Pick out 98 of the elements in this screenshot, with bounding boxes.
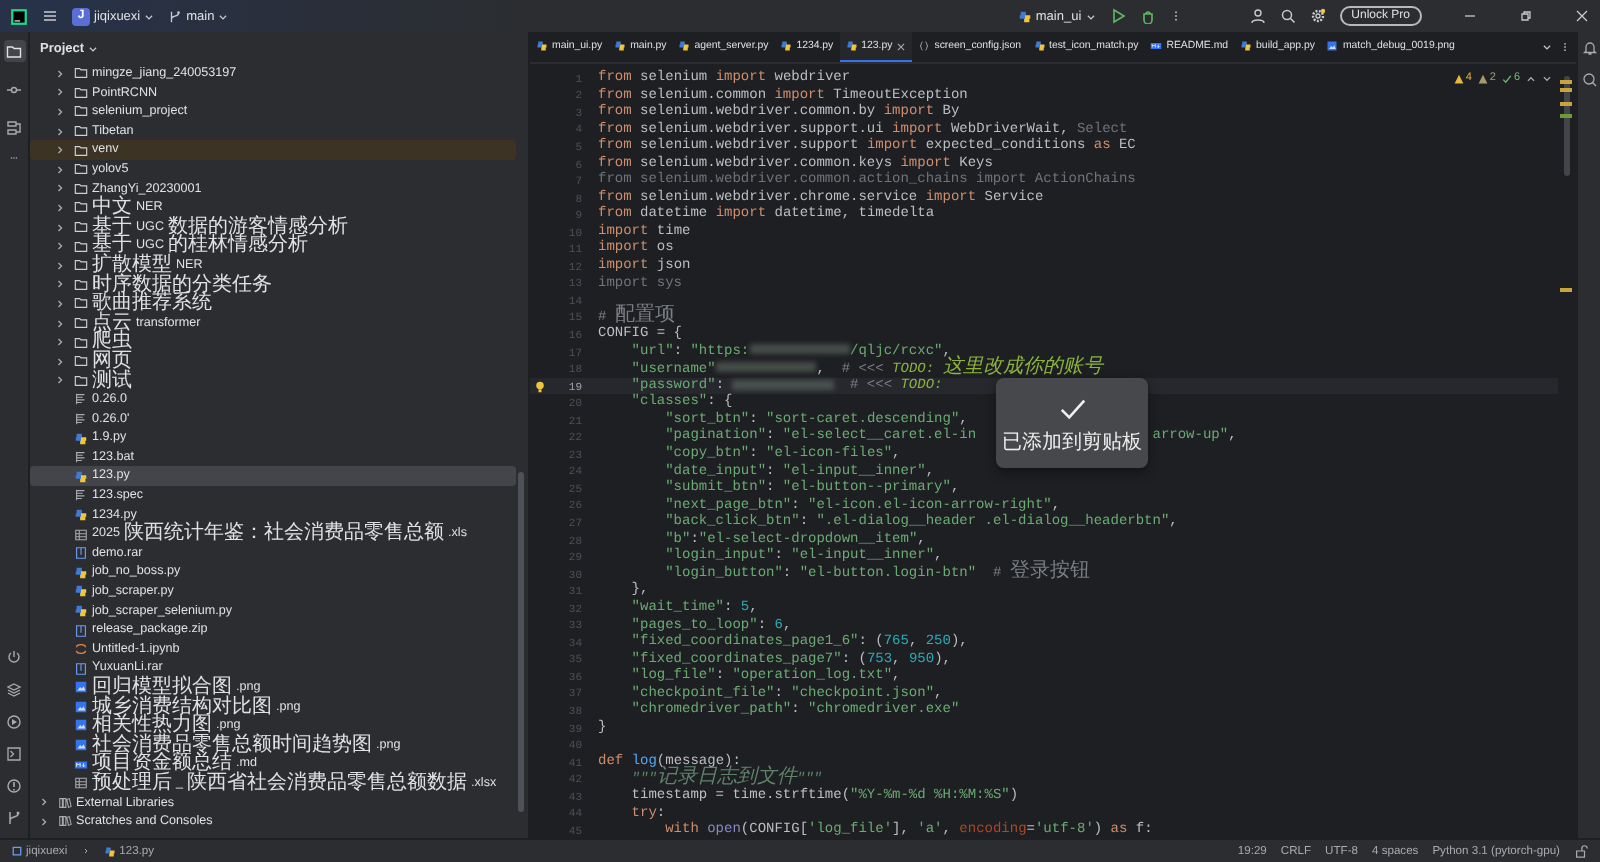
markdown-file-icon <box>74 757 88 772</box>
debug-icon[interactable] <box>1139 8 1156 24</box>
chevron-right-icon[interactable] <box>54 163 66 176</box>
archive-file-icon <box>74 546 88 561</box>
image-file-icon <box>74 699 88 714</box>
python-file-icon <box>103 845 116 857</box>
python-file-icon <box>74 431 88 446</box>
branch-icon <box>168 9 183 23</box>
chevron-right-icon[interactable] <box>54 355 66 368</box>
close-icon[interactable] <box>1574 8 1590 24</box>
check-icon <box>1501 73 1512 83</box>
tree-item[interactable]: 测试 <box>30 371 516 391</box>
json-file-icon <box>918 40 931 52</box>
problems-icon[interactable] <box>6 778 22 794</box>
chevron-right-icon[interactable] <box>54 336 66 349</box>
python-file-icon <box>614 40 627 52</box>
python-file-icon <box>536 40 548 52</box>
warning-icon <box>1453 73 1464 83</box>
archive-file-icon <box>74 623 88 638</box>
chevron-right-icon[interactable] <box>54 125 66 138</box>
image-file-icon <box>74 680 88 695</box>
caret-icon <box>88 43 99 53</box>
chevron-down-icon[interactable] <box>1542 73 1552 83</box>
run-icon[interactable] <box>1109 8 1126 24</box>
search-icon[interactable] <box>1279 8 1296 24</box>
structure-icon <box>6 119 22 135</box>
chevron-right-icon[interactable] <box>54 201 66 214</box>
tree-item[interactable]: 时序数据的分类任务 <box>30 275 516 295</box>
chevron-right-icon[interactable] <box>54 259 66 272</box>
chevron-right-icon[interactable] <box>54 86 66 99</box>
caret-icon <box>144 11 155 21</box>
python-console-icon[interactable] <box>6 650 22 666</box>
chevron-right-icon[interactable] <box>54 297 66 310</box>
image-file-icon <box>74 738 88 753</box>
lightbulb-icon[interactable] <box>534 379 546 394</box>
python-file-icon <box>1017 9 1032 23</box>
warning-icon <box>1477 73 1488 83</box>
python-file-icon <box>74 603 88 618</box>
text-file-icon <box>74 411 88 426</box>
chevron-right-icon[interactable] <box>54 144 66 157</box>
tree-item[interactable]: 网页 <box>30 351 516 371</box>
chevron-right-icon[interactable] <box>54 240 66 253</box>
toast-message: 已添加到剪贴板 <box>1002 431 1142 453</box>
library-icon <box>58 795 72 810</box>
chevron-up-icon[interactable] <box>1526 73 1536 83</box>
notebook-file-icon <box>74 642 88 657</box>
tree-item[interactable]: 歌曲推荐系统 <box>30 294 516 314</box>
tree-item[interactable]: 爬虫 <box>30 332 516 352</box>
python-file-icon <box>678 40 691 52</box>
menu-icon[interactable] <box>42 8 58 24</box>
image-file-icon <box>1326 40 1339 52</box>
services-icon[interactable] <box>6 714 22 730</box>
table-file-icon <box>74 776 88 791</box>
python-file-icon <box>74 584 88 599</box>
caret-icon <box>218 11 229 21</box>
terminal-icon[interactable] <box>6 746 22 762</box>
python-file-icon <box>74 565 88 580</box>
app-logo-icon <box>10 7 28 25</box>
user-icon[interactable] <box>1249 8 1266 24</box>
chevron-right-icon[interactable] <box>54 221 66 234</box>
chevron-right-icon[interactable] <box>54 278 66 291</box>
text-file-icon <box>74 488 88 503</box>
restore-icon[interactable] <box>1518 8 1534 24</box>
text-file-icon <box>74 450 88 465</box>
chevron-right-icon[interactable] <box>54 67 66 80</box>
python-file-icon <box>1240 40 1253 52</box>
tool-window-button[interactable] <box>3 116 25 138</box>
python-file-icon <box>780 40 793 52</box>
python-file-icon <box>1033 40 1045 52</box>
archive-file-icon <box>74 661 88 676</box>
python-file-icon <box>74 469 88 484</box>
image-file-icon <box>74 718 88 733</box>
notifications-icon[interactable] <box>1581 40 1597 56</box>
library-icon <box>58 814 72 829</box>
chevron-right-icon[interactable] <box>38 796 50 809</box>
markdown-file-icon <box>1150 40 1163 52</box>
python-file-icon <box>74 507 88 522</box>
tool-window-button[interactable] <box>3 40 25 62</box>
chevron-right-icon[interactable] <box>54 374 66 387</box>
chevron-right-icon[interactable] <box>54 105 66 118</box>
layers-icon[interactable] <box>6 682 22 698</box>
table-file-icon <box>74 527 88 542</box>
assistant-icon[interactable] <box>1581 72 1597 88</box>
settings-icon[interactable] <box>1309 8 1326 24</box>
lock-icon[interactable] <box>1574 844 1588 858</box>
caret-icon <box>1542 42 1552 52</box>
python-file-icon <box>845 40 858 52</box>
scrollbar-thumb[interactable] <box>518 472 524 812</box>
chevron-right-icon[interactable] <box>54 317 66 330</box>
text-file-icon <box>74 392 88 407</box>
caret-icon <box>1085 11 1096 21</box>
chevron-right-icon[interactable] <box>38 815 50 828</box>
commit-icon <box>6 81 22 97</box>
git-icon[interactable] <box>6 810 22 826</box>
chevron-right-icon[interactable] <box>54 182 66 195</box>
project-icon <box>6 43 22 59</box>
close-icon[interactable] <box>896 41 907 51</box>
module-icon <box>12 846 22 856</box>
